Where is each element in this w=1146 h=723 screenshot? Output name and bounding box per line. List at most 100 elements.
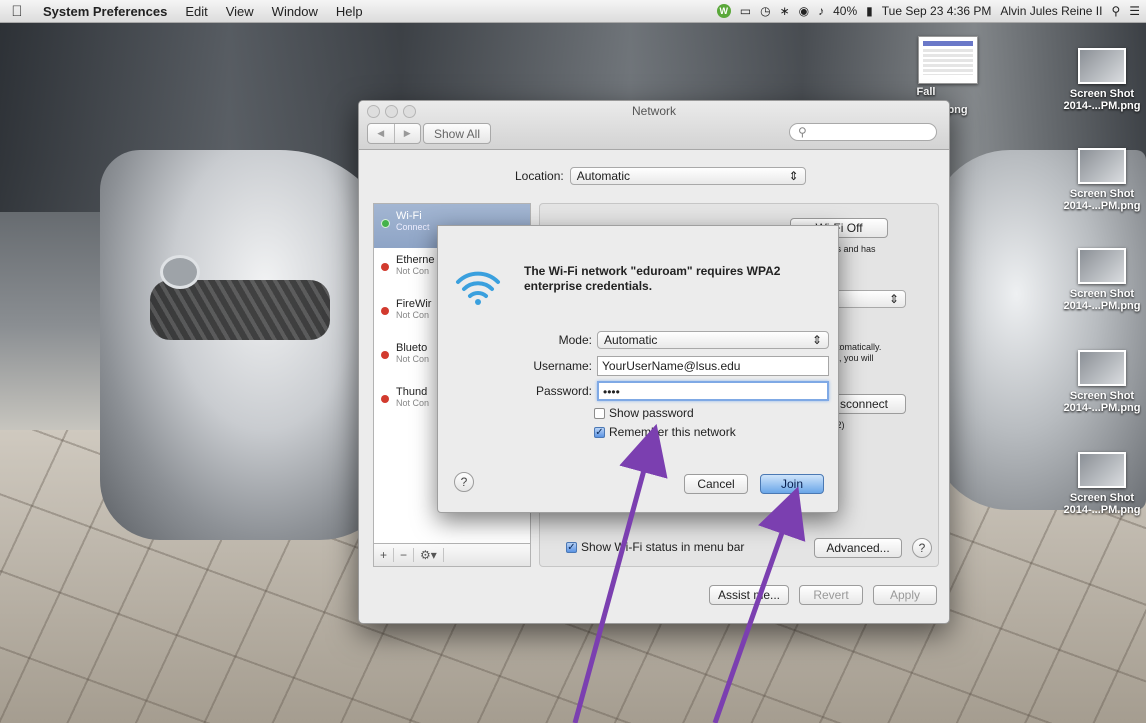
menu-app-name[interactable]: System Preferences — [34, 4, 176, 19]
apply-button[interactable]: Apply — [873, 585, 937, 605]
show-password-row: Show password — [594, 406, 694, 420]
service-name: Wi-Fi — [396, 210, 422, 222]
desktop-screenshot-file[interactable]: Screen Shot 2014-...PM.png — [1062, 350, 1142, 414]
apple-menu-icon[interactable]:  — [0, 3, 34, 20]
location-popup[interactable]: Automatic ⇕ — [569, 167, 806, 185]
show-wifi-status-checkbox[interactable]: ✓ — [566, 541, 577, 553]
sheet-help-button[interactable]: ? — [454, 472, 474, 492]
airplay-icon[interactable]: ▭ — [740, 4, 751, 18]
file-name-line2: 2014-...PM.png — [1063, 402, 1141, 414]
remember-network-checkbox[interactable]: ✓ — [594, 426, 605, 438]
show-all-button[interactable]: Show All — [423, 123, 491, 144]
mode-row: Mode: Automatic ⇕ — [498, 331, 829, 349]
add-service-button[interactable]: + — [374, 548, 395, 562]
forward-arrow-icon[interactable]: ▶ — [395, 124, 421, 143]
status-dot-icon — [381, 263, 389, 271]
battery-icon[interactable]: ▮ — [866, 4, 873, 18]
show-password-checkbox[interactable] — [594, 407, 605, 419]
desktop-screenshot-file[interactable]: Screen Shot 2014-...PM.png — [1062, 48, 1142, 112]
menu-window[interactable]: Window — [263, 4, 327, 19]
file-name-line1: Screen Shot — [1069, 288, 1135, 300]
window-titlebar: Network ◀ ▶ Show All ⚲ — [359, 101, 949, 150]
desktop-screenshot-file[interactable]: Screen Shot 2014-...PM.png — [1062, 248, 1142, 312]
battery-percent[interactable]: 40% — [833, 4, 857, 18]
status-dot-icon — [381, 351, 389, 359]
join-description-line3: k. — [832, 364, 881, 375]
status-w-icon[interactable]: W — [716, 4, 731, 18]
background-car-grille — [150, 280, 330, 340]
background-car — [100, 150, 400, 540]
file-name-line2: 2014-...PM.png — [1063, 504, 1141, 516]
assist-me-button[interactable]: Assist me... — [709, 585, 789, 605]
search-field[interactable]: ⚲ — [789, 123, 937, 141]
join-description-line1: utomatically. — [832, 342, 882, 352]
background-car-emblem — [160, 255, 200, 289]
advanced-button[interactable]: Advanced... — [814, 538, 902, 558]
file-name-line2: 2014-...PM.png — [1063, 200, 1141, 212]
desktop-doc-label: Fall — [916, 86, 936, 98]
file-thumbnail-icon — [1078, 350, 1126, 386]
location-row: Location: Automatic ⇕ — [515, 167, 806, 185]
join-description-line2: le, you will — [832, 353, 874, 363]
remember-network-row: ✓ Remember this network — [594, 425, 736, 439]
spotlight-icon[interactable]: ⚲ — [1111, 4, 1120, 18]
search-icon: ⚲ — [798, 125, 807, 139]
credentials-sheet: The Wi-Fi network "eduroam" requires WPA… — [437, 225, 839, 513]
file-name-line1: Screen Shot — [1069, 188, 1135, 200]
service-list-footer: + − ⚙▾ — [373, 543, 531, 567]
file-name-line1: Screen Shot — [1069, 88, 1135, 100]
wifi-icon — [456, 271, 500, 305]
revert-button[interactable]: Revert — [799, 585, 863, 605]
back-arrow-icon[interactable]: ◀ — [368, 124, 395, 143]
show-password-label: Show password — [609, 406, 694, 420]
file-name-line1: Screen Shot — [1069, 492, 1135, 504]
credentials-message: The Wi-Fi network "eduroam" requires WPA… — [524, 264, 781, 293]
popup-arrows-icon: ⇕ — [788, 169, 799, 183]
wifi-status-icon[interactable]: ◉ — [799, 4, 809, 18]
file-name-line2: 2014-...PM.png — [1063, 300, 1141, 312]
username-field[interactable]: YourUserName@lsus.edu — [597, 356, 829, 376]
menu-help[interactable]: Help — [327, 4, 372, 19]
status-dot-icon — [381, 219, 390, 228]
file-thumbnail-icon — [1078, 48, 1126, 84]
cancel-button[interactable]: Cancel — [684, 474, 748, 494]
file-name-line2: 2014-...PM.png — [1063, 100, 1141, 112]
file-thumbnail-icon — [1078, 452, 1126, 488]
gear-icon[interactable]: ⚙▾ — [414, 548, 444, 562]
file-name-line1: Screen Shot — [1069, 390, 1135, 402]
password-label: Password: — [535, 384, 592, 398]
desktop-screenshot-file[interactable]: Screen Shot 2014-...PM.png — [1062, 452, 1142, 516]
help-button[interactable]: ? — [912, 538, 932, 558]
mode-label: Mode: — [558, 333, 592, 347]
window-footer-buttons: Assist me... Revert Apply — [709, 585, 937, 605]
clock[interactable]: Tue Sep 23 4:36 PM — [882, 4, 992, 18]
volume-icon[interactable]: ♪ — [818, 4, 824, 18]
menu-view[interactable]: View — [217, 4, 263, 19]
show-wifi-status-row: ✓ Show Wi-Fi status in menu bar — [566, 540, 744, 554]
mode-popup[interactable]: Automatic ⇕ — [597, 331, 829, 349]
status-dot-icon — [381, 307, 389, 315]
user-name[interactable]: Alvin Jules Reine II — [1000, 4, 1102, 18]
status-dot-icon — [381, 395, 389, 403]
location-label: Location: — [515, 169, 564, 183]
bluetooth-icon[interactable]: ∗ — [780, 4, 790, 18]
file-thumbnail-icon — [1078, 248, 1126, 284]
join-button[interactable]: Join — [760, 474, 824, 494]
location-value: Automatic — [576, 169, 631, 183]
remove-service-button[interactable]: − — [394, 548, 415, 562]
notification-center-icon[interactable]: ☰ — [1129, 4, 1140, 18]
time-machine-icon[interactable]: ◷ — [760, 4, 770, 18]
window-title: Network — [631, 104, 676, 118]
mode-value: Automatic — [604, 333, 658, 347]
desktop-document-thumbnail[interactable] — [918, 36, 978, 84]
menu-edit[interactable]: Edit — [176, 4, 216, 19]
password-row: Password: •••• — [498, 381, 829, 401]
desktop-screenshot-file[interactable]: Screen Shot 2014-...PM.png — [1062, 148, 1142, 212]
password-field[interactable]: •••• — [597, 381, 829, 401]
popup-arrows-icon: ⇕ — [888, 292, 899, 306]
nav-buttons: ◀ ▶ — [367, 123, 421, 144]
popup-arrows-icon: ⇕ — [811, 333, 822, 347]
file-thumbnail-icon — [1078, 148, 1126, 184]
show-wifi-status-label: Show Wi-Fi status in menu bar — [581, 540, 745, 554]
join-description-text: utomatically. le, you will k. — [832, 342, 881, 375]
